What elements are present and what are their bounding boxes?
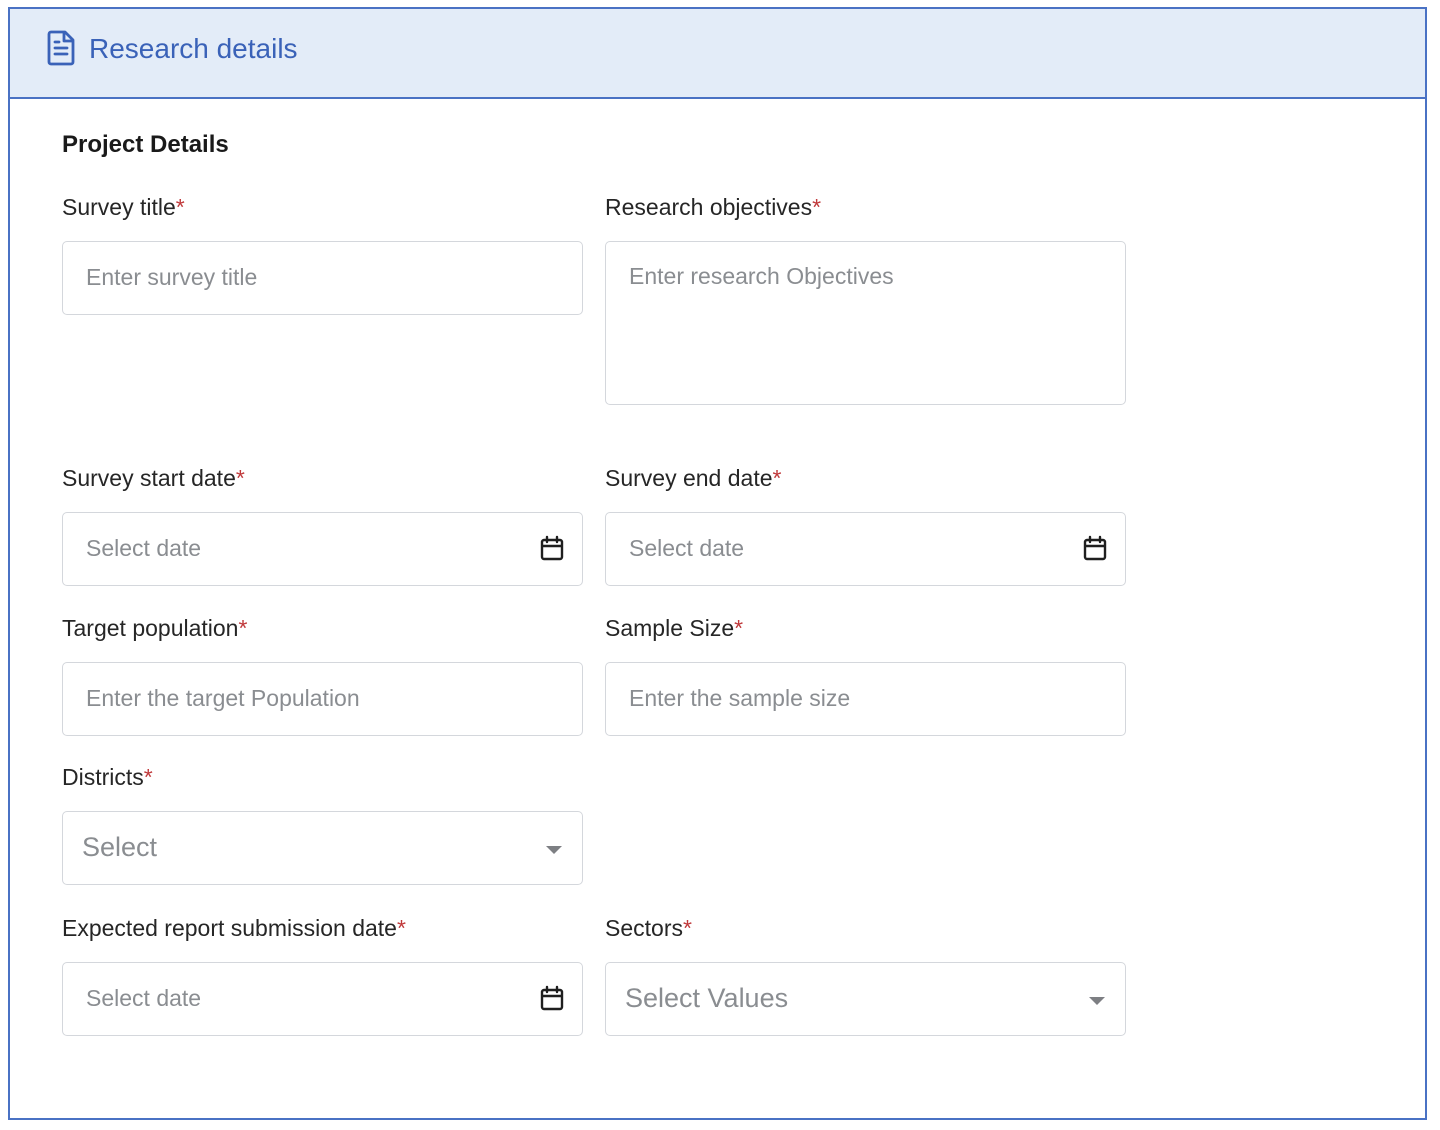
research-objectives-placeholder: Enter research Objectives: [629, 263, 894, 289]
report-submission-date-placeholder: Select date: [86, 985, 202, 1011]
research-details-panel: Research details Project Details Survey …: [8, 7, 1427, 1120]
caret-down-icon[interactable]: [1089, 997, 1105, 1005]
districts-select[interactable]: Select: [62, 811, 583, 885]
target-population-input[interactable]: Enter the target Population: [62, 662, 583, 736]
required-asterisk: *: [812, 194, 822, 220]
survey-end-date-label: Survey end date*: [605, 464, 781, 492]
report-submission-date-picker[interactable]: Select date: [62, 962, 583, 1036]
report-submission-date-label-text: Expected report submission date: [62, 915, 397, 941]
calendar-icon[interactable]: [540, 535, 564, 561]
sample-size-input[interactable]: Enter the sample size: [605, 662, 1126, 736]
districts-placeholder: Select: [82, 832, 158, 862]
survey-title-label-text: Survey title: [62, 194, 176, 220]
panel-header: Research details: [10, 9, 1425, 99]
caret-down-icon[interactable]: [546, 846, 562, 854]
survey-start-date-label-text: Survey start date: [62, 465, 236, 491]
research-objectives-label-text: Research objectives: [605, 194, 813, 220]
districts-label: Districts*: [62, 763, 153, 791]
section-title: Project Details: [62, 131, 229, 158]
survey-title-label: Survey title*: [62, 193, 185, 221]
required-asterisk: *: [235, 465, 245, 491]
sectors-placeholder: Select Values: [625, 983, 789, 1013]
required-asterisk: *: [143, 764, 153, 790]
survey-title-placeholder: Enter survey title: [86, 264, 258, 290]
required-asterisk: *: [396, 915, 406, 941]
sectors-label: Sectors*: [605, 914, 692, 942]
calendar-icon[interactable]: [1083, 535, 1107, 561]
sectors-label-text: Sectors: [605, 915, 683, 941]
required-asterisk: *: [175, 194, 185, 220]
sample-size-placeholder: Enter the sample size: [629, 685, 851, 711]
survey-title-input[interactable]: Enter survey title: [62, 241, 583, 315]
survey-start-date-label: Survey start date*: [62, 464, 245, 492]
districts-label-text: Districts: [62, 764, 144, 790]
required-asterisk: *: [772, 465, 782, 491]
calendar-icon[interactable]: [540, 985, 564, 1011]
document-icon: [47, 30, 75, 66]
sectors-multiselect[interactable]: Select Values: [605, 962, 1126, 1036]
required-asterisk: *: [238, 615, 248, 641]
target-population-placeholder: Enter the target Population: [86, 685, 360, 711]
required-asterisk: *: [682, 915, 692, 941]
survey-end-date-label-text: Survey end date: [605, 465, 773, 491]
survey-end-date-picker[interactable]: Select date: [605, 512, 1126, 586]
sample-size-label-text: Sample Size: [605, 615, 735, 641]
target-population-label-text: Target population: [62, 615, 239, 641]
sample-size-label: Sample Size*: [605, 614, 743, 642]
research-objectives-label: Research objectives*: [605, 193, 821, 221]
required-asterisk: *: [734, 615, 744, 641]
panel-title: Research details: [89, 33, 298, 64]
survey-start-date-picker[interactable]: Select date: [62, 512, 583, 586]
research-objectives-textarea[interactable]: Enter research Objectives: [605, 241, 1126, 405]
report-submission-date-label: Expected report submission date*: [62, 914, 406, 942]
survey-start-date-placeholder: Select date: [86, 535, 202, 561]
survey-end-date-placeholder: Select date: [629, 535, 745, 561]
target-population-label: Target population*: [62, 614, 247, 642]
